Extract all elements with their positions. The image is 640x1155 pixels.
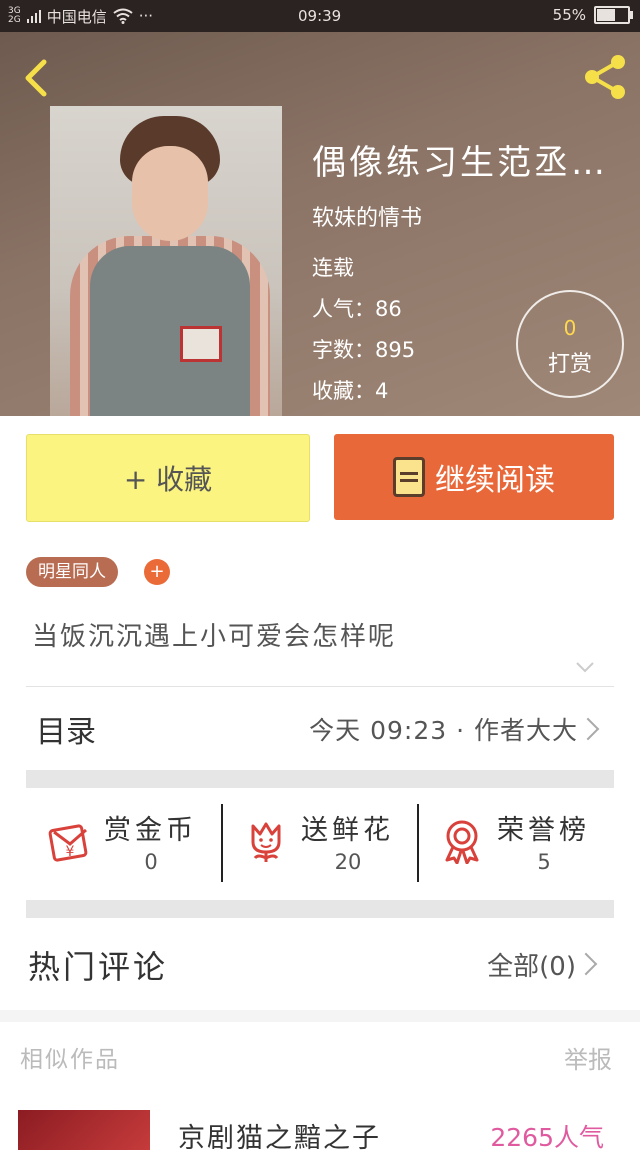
more-status-icon: ··· (138, 7, 154, 25)
book-author[interactable]: 软妹的情书 (312, 200, 422, 232)
reward-coins-button[interactable]: ¥ 赏金币 0 (26, 788, 220, 900)
hot-comments-title: 热门评论 (28, 948, 169, 986)
similar-work-title: 京剧猫之黯之子 (178, 1123, 381, 1154)
add-tag-button[interactable]: + (144, 559, 170, 585)
hot-comments-header: 热门评论 全部(0) (26, 920, 614, 1006)
all-comments-link[interactable]: 全部(0) (487, 946, 576, 983)
network-type: 3G 2G (8, 6, 21, 25)
flower-icon (251, 822, 281, 862)
tip-label: 打赏 (547, 352, 592, 377)
tip-button[interactable]: 0 打赏 (516, 290, 624, 398)
catalog-row[interactable]: 目录 今天 09:23 · 作者大大 (26, 687, 614, 769)
carrier-name: 中国电信 (46, 7, 107, 26)
continue-reading-button[interactable]: 继续阅读 (334, 434, 614, 520)
tip-count: 0 (563, 316, 577, 340)
svg-text:¥: ¥ (66, 844, 75, 860)
medal-icon (445, 820, 479, 864)
red-envelope-icon: ¥ (48, 824, 88, 862)
continue-reading-label: 继续阅读 (435, 463, 555, 498)
add-favorite-button[interactable]: + 收藏 (26, 434, 310, 522)
chevron-right-icon (576, 717, 600, 741)
book-icon (393, 457, 425, 497)
chevron-down-icon[interactable] (574, 656, 596, 678)
status-time: 09:39 (298, 7, 342, 25)
catalog-update-info: 今天 09:23 · 作者大大 (309, 716, 578, 745)
honor-board-button[interactable]: 荣誉榜 5 (419, 788, 613, 900)
send-flowers-button[interactable]: 送鲜花 20 (223, 788, 417, 900)
similar-works-title: 相似作品 (20, 1047, 120, 1073)
reward-coins-count: 0 (144, 850, 158, 874)
book-word-count: 字数：895 (312, 338, 416, 362)
book-description: 当饭沉沉遇上小可爱会怎样呢 (32, 622, 397, 652)
honor-board-label: 荣誉榜 (497, 815, 590, 846)
signal-icon (26, 9, 41, 23)
section-separator (26, 770, 614, 788)
genre-tag[interactable]: 明星同人 (26, 557, 118, 587)
book-title: 偶像练习生范丞… (312, 143, 608, 183)
book-favorites: 收藏：4 (312, 379, 389, 403)
similar-work-popularity: 2265人气 (490, 1123, 604, 1152)
gift-row: ¥ 赏金币 0 送鲜花 20 荣誉榜 5 (26, 788, 614, 900)
send-flowers-count: 20 (334, 850, 362, 874)
battery-icon (594, 6, 633, 24)
wifi-icon (113, 8, 133, 24)
reward-coins-label: 赏金币 (104, 815, 197, 846)
section-separator (26, 900, 614, 918)
catalog-label: 目录 (36, 715, 96, 750)
book-cover-image[interactable] (50, 106, 282, 416)
book-popularity: 人气：86 (312, 297, 402, 321)
chevron-right-icon (574, 952, 598, 976)
battery-percent: 55% (552, 6, 586, 24)
send-flowers-label: 送鲜花 (301, 815, 394, 846)
share-icon[interactable] (580, 52, 630, 102)
honor-board-count: 5 (537, 850, 551, 874)
book-status: 连载 (312, 256, 354, 280)
report-link[interactable]: 举报 (564, 1040, 612, 1075)
similar-work-cover (18, 1110, 150, 1150)
similar-work-item[interactable]: 京剧猫之黯之子 2265人气 (18, 1110, 622, 1154)
status-bar: 3G 2G 中国电信 ··· 09:39 55% (0, 0, 640, 32)
section-gap (0, 1010, 640, 1022)
back-arrow-icon[interactable] (18, 58, 58, 98)
